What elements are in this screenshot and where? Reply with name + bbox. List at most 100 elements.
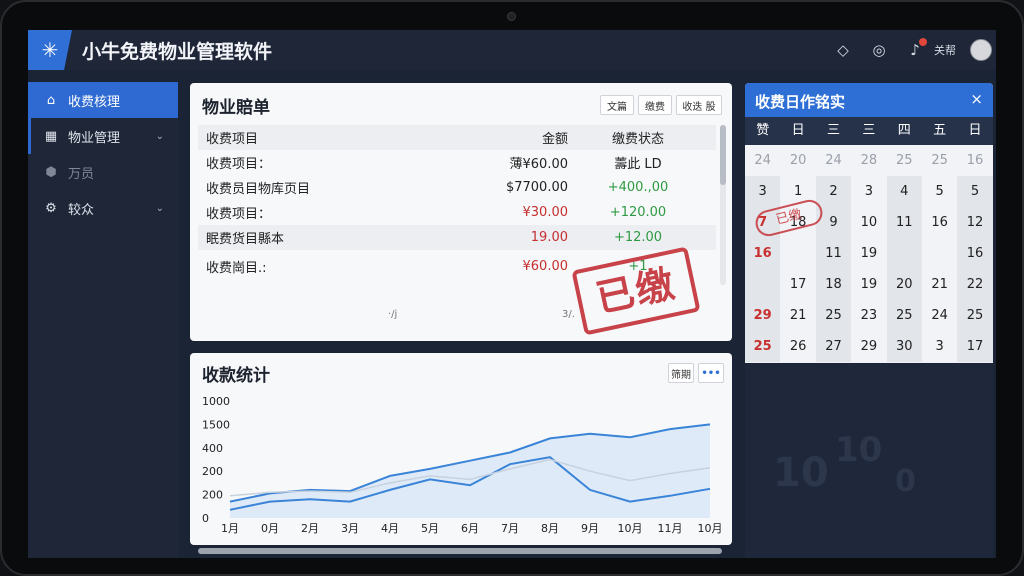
footer-right: 3/. [562,309,575,320]
bill-button-3[interactable]: 收迭 股 [676,95,722,115]
calendar-day[interactable]: 27 [815,331,852,362]
x-tick-label: 6月 [461,522,479,535]
calendar-day[interactable]: 3 [851,176,886,207]
calendar-day[interactable]: 10 [851,207,886,238]
calendar-day[interactable]: 21 [780,300,815,331]
calendar-day[interactable]: 24 [745,145,780,176]
cell-item: 收费崗目.: [206,260,267,276]
calendar-day[interactable]: 5 [922,176,957,207]
bill-title: 物业賠单 [202,98,270,118]
calendar-day[interactable]: 25 [886,300,922,331]
calendar-day[interactable]: 19 [851,238,886,269]
horizontal-scrollbar[interactable] [198,548,722,554]
calendar-day[interactable]: 16 [745,238,781,269]
avatar[interactable] [970,39,992,61]
weekday-label: 四 [897,123,911,138]
calendar-grid: 24 20 24 28 25 25 16 3 1 2 3 4 5 5 7 18 9 10 11 16 12 16 11 19 1… [745,145,993,363]
y-tick-label: 0 [202,512,209,525]
calendar-day[interactable]: 11 [886,207,922,238]
sidebar: ⌂ 收费核理 ▦ 物业管理 ⌄ ⬢ 万员 ⚙ 较众 ⌄ [28,82,178,558]
help-icon[interactable]: ◎ [868,41,890,59]
calendar-day[interactable]: 4 [886,176,922,207]
calendar-day[interactable]: 25 [887,145,922,176]
close-icon[interactable]: × [970,90,983,108]
column-header: 收费项目 [206,132,259,147]
calendar-day[interactable]: 29 [851,331,886,362]
cell-amount: ¥30.00 [522,205,569,220]
calendar-day[interactable]: 16 [957,238,993,269]
sidebar-item-label: 物业管理 [68,130,121,146]
calendar-day[interactable]: 3 [745,176,781,207]
cell-status: +12.00 [613,230,663,245]
bell-icon[interactable]: ♪ [904,38,927,59]
calendar-day[interactable]: 21 [922,269,957,300]
calendar-day[interactable]: 3 [922,331,957,362]
calendar-day[interactable]: 2 [815,176,852,207]
calendar-day[interactable]: 28 [851,145,886,176]
table-row[interactable]: 眠费货目縣本 19.00 +12.00 [198,225,716,250]
app-title: 小牛免费物业管理软件 [82,40,273,63]
y-tick-label: 200 [202,465,223,478]
bill-button-2[interactable]: 缴费 [638,95,672,115]
cell-amount: 19.00 [530,230,568,245]
calendar-day[interactable]: 25 [957,300,993,331]
x-tick-label: 4月 [381,522,399,535]
calendar-day[interactable]: 25 [922,145,957,176]
calendar-day[interactable]: 22 [957,269,993,300]
table-row[interactable]: 收费项目： ¥30.00 +120.00 [198,200,716,225]
calendar-day[interactable] [886,238,922,269]
sidebar-item-property[interactable]: ▦ 物业管理 ⌄ [28,118,178,154]
y-tick-label: 200 [202,489,223,502]
sidebar-item-label: 收费核理 [68,94,121,110]
column-header: 金额 [541,132,568,147]
calendar-day[interactable]: 24 [922,300,957,331]
calendar-day[interactable]: 23 [851,300,886,331]
user-name[interactable]: 关帮 [934,42,956,58]
message-icon[interactable]: ◇ [832,41,854,59]
bill-button-1[interactable]: 文篇 [600,95,634,115]
calendar-day[interactable]: 30 [886,331,922,362]
table-row[interactable]: 收费项目： 薄¥60.00 薵此 LD [198,150,716,175]
cell-status: 薵此 LD [614,157,662,172]
table-scrollbar[interactable] [720,125,726,285]
stats-card: 收款统计 筛期 ••• 1000 1500 400 200 200 0 1月 0月 2月 3月 4… [190,353,732,545]
calendar-day[interactable]: 17 [957,331,993,362]
calendar-day[interactable]: 25 [815,300,852,331]
calendar-day[interactable]: 24 [816,145,851,176]
x-tick-label: 2月 [301,522,319,535]
calendar-day[interactable] [922,238,957,269]
calendar-day[interactable]: 16 [957,145,992,176]
calendar-day[interactable]: 18 [815,269,852,300]
table-row[interactable]: 收费员目物库页目 $7700.00 +400.,00 [198,175,716,200]
chevron-down-icon: ⌄ [155,130,164,142]
y-tick-label: 1000 [202,395,230,408]
y-tick-label: 1500 [202,418,230,431]
calendar-day[interactable]: 17 [780,269,815,300]
calendar-day[interactable]: 29 [745,300,781,331]
sidebar-item-staff[interactable]: ⬢ 万员 [28,154,178,190]
x-tick-label: 1月 [221,522,239,535]
calendar-day[interactable] [745,269,781,300]
grid-icon: ▦ [44,128,58,144]
calendar-day[interactable]: 20 [886,269,922,300]
y-tick-label: 400 [202,442,223,455]
sidebar-item-settings[interactable]: ⚙ 较众 ⌄ [28,190,178,226]
calendar-day[interactable]: 20 [780,145,815,176]
sidebar-item-fee[interactable]: ⌂ 收费核理 [28,82,178,118]
weekday-label: 日 [968,123,982,138]
chevron-down-icon: ⌄ [155,202,164,214]
calendar-day[interactable]: 26 [780,331,815,362]
app-header: ✳ 小牛免费物业管理软件 ◇ ◎ ♪ 关帮 [28,30,996,70]
calendar-day[interactable]: 11 [815,238,852,269]
x-tick-label: 11月 [658,522,683,535]
column-header: 缴费状态 [611,132,664,147]
weekday-label: 三 [862,123,876,138]
calendar-day[interactable]: 12 [957,207,993,238]
calendar-day[interactable] [780,238,815,269]
calendar-day[interactable]: 16 [922,207,957,238]
calendar-day[interactable]: 19 [851,269,886,300]
calendar-day[interactable]: 5 [957,176,993,207]
calendar-day[interactable]: 25 [745,331,781,362]
x-tick-label: 0月 [261,522,279,535]
y-axis: 1000 1500 400 200 200 0 [202,395,230,525]
